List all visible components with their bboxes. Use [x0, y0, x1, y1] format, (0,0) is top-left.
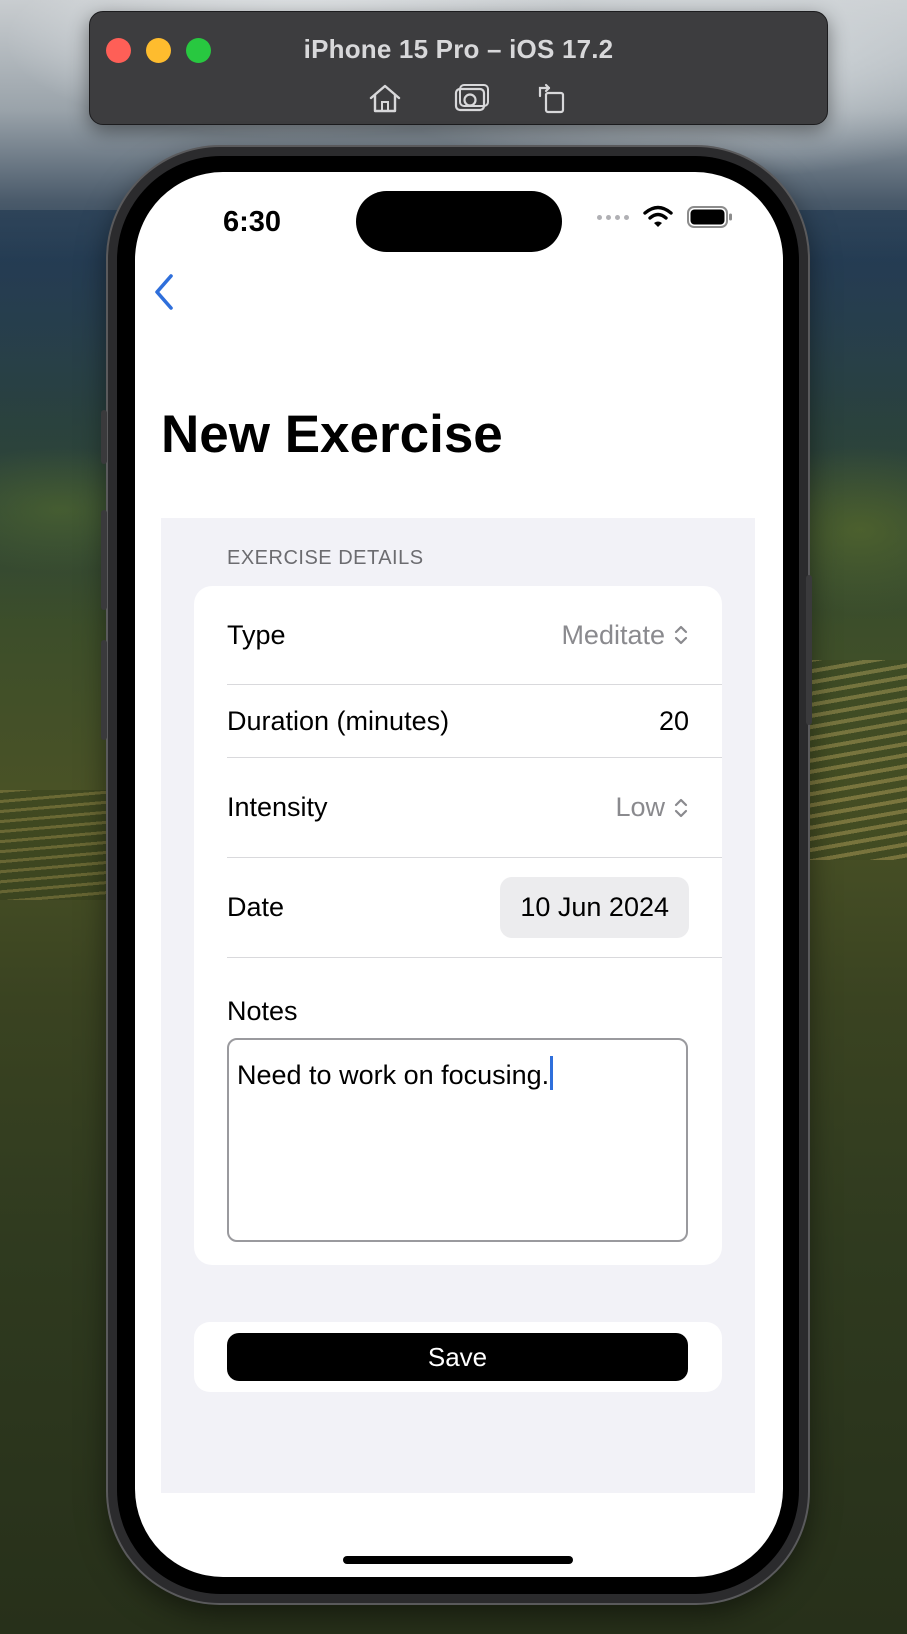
date-picker-button[interactable]: 10 Jun 2024: [500, 877, 689, 938]
rotate-icon: [538, 83, 565, 114]
intensity-label: Intensity: [227, 792, 328, 822]
phone-screen: 6:30 New Exercise EXERCISE DETAILS Type …: [135, 172, 783, 1577]
save-section: Save: [194, 1322, 722, 1392]
screenshot-icon: [454, 84, 489, 112]
chevron-up-down-icon: [674, 798, 688, 817]
home-button[interactable]: [367, 82, 403, 114]
cellular-dots-icon: [597, 214, 629, 220]
duration-row[interactable]: Duration (minutes) 20: [227, 685, 722, 757]
notes-text: Need to work on focusing.: [237, 1060, 550, 1090]
volume-up-button[interactable]: [101, 510, 107, 610]
text-caret: [550, 1056, 554, 1090]
page-title: New Exercise: [161, 405, 503, 464]
rotate-button[interactable]: [534, 82, 570, 114]
battery-icon: [687, 206, 732, 228]
type-picker[interactable]: Meditate: [561, 620, 722, 651]
back-button[interactable]: [145, 270, 185, 314]
wallpaper-vineyard-left: [0, 790, 110, 900]
simulator-title: iPhone 15 Pro – iOS 17.2: [303, 34, 614, 64]
save-button[interactable]: Save: [227, 1333, 688, 1381]
duration-field[interactable]: 20: [659, 706, 722, 737]
date-label: Date: [227, 892, 285, 922]
type-label: Type: [227, 619, 286, 650]
wifi-icon: [643, 205, 673, 227]
dynamic-island: [356, 191, 562, 252]
date-row[interactable]: Date 10 Jun 2024: [227, 858, 722, 957]
row-divider: [227, 957, 722, 958]
notes-label: Notes: [227, 996, 298, 1026]
intensity-value: Low: [615, 792, 665, 822]
type-value: Meditate: [561, 619, 665, 650]
side-power-button[interactable]: [806, 575, 812, 725]
intensity-picker[interactable]: Low: [615, 792, 722, 823]
notes-text-editor[interactable]: Need to work on focusing.: [227, 1038, 688, 1242]
section-header: EXERCISE DETAILS: [227, 547, 424, 569]
exercise-details-card: Type Meditate Duration (minutes) 20 Inte…: [194, 586, 722, 1265]
chevron-up-down-icon: [674, 625, 688, 645]
wallpaper-vineyard: [800, 660, 907, 860]
simulator-titlebar: iPhone 15 Pro – iOS 17.2: [89, 11, 828, 125]
home-indicator[interactable]: [343, 1556, 573, 1564]
home-icon: [369, 84, 401, 113]
duration-label: Duration (minutes): [227, 705, 450, 736]
chevron-left-icon: [155, 274, 173, 310]
action-button[interactable]: [101, 410, 107, 464]
type-row[interactable]: Type Meditate: [227, 586, 722, 684]
volume-down-button[interactable]: [101, 640, 107, 740]
status-time: 6:30: [223, 206, 282, 238]
intensity-row[interactable]: Intensity Low: [227, 758, 722, 857]
status-icons: [597, 202, 733, 232]
screenshot-button[interactable]: [454, 82, 490, 114]
